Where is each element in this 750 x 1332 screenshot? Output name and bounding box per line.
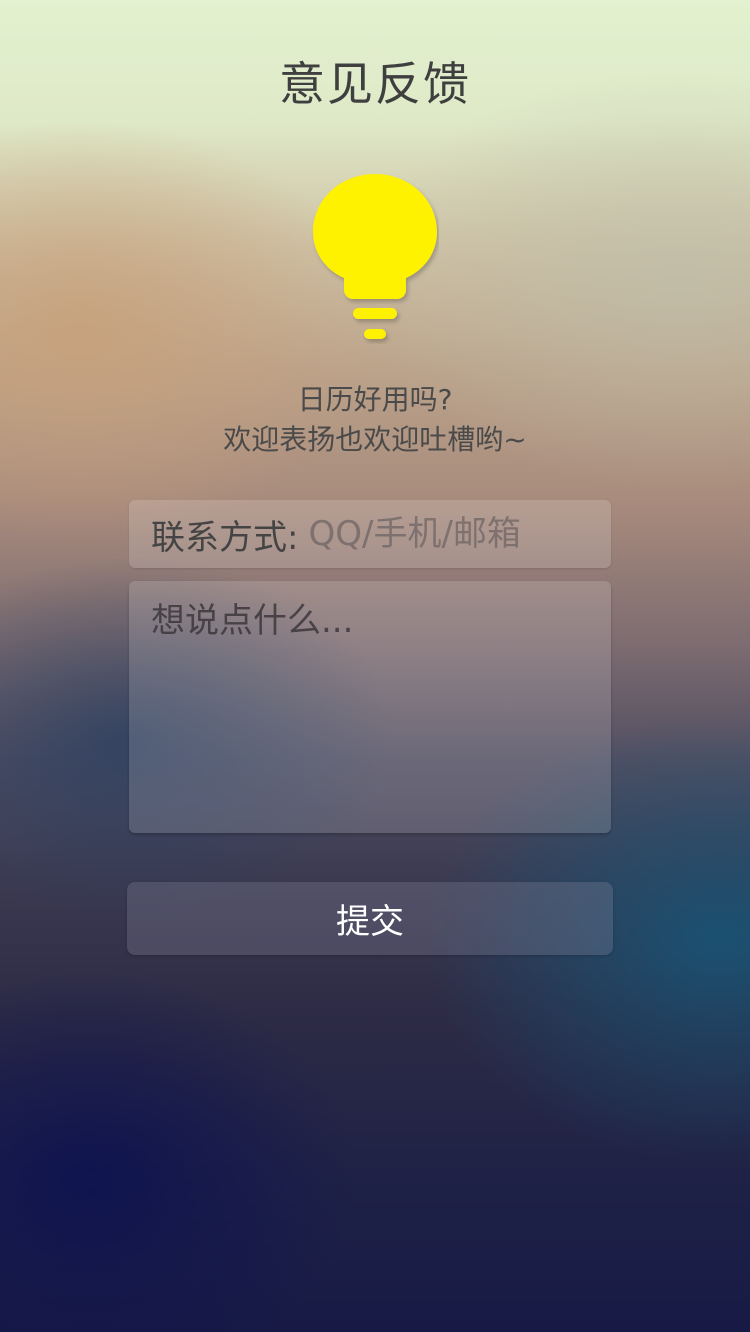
lightbulb-icon bbox=[313, 174, 437, 339]
feedback-textarea[interactable] bbox=[129, 581, 611, 833]
contact-field[interactable]: 联系方式: bbox=[129, 500, 611, 568]
submit-button[interactable]: 提交 bbox=[127, 882, 613, 955]
contact-input[interactable] bbox=[298, 514, 589, 554]
subtitle-question: 日历好用吗? bbox=[297, 383, 453, 416]
contact-label: 联系方式: bbox=[151, 517, 299, 558]
page-title: 意见反馈 bbox=[279, 57, 471, 111]
subtitle-welcome: 欢迎表扬也欢迎吐槽哟~ bbox=[223, 423, 527, 456]
